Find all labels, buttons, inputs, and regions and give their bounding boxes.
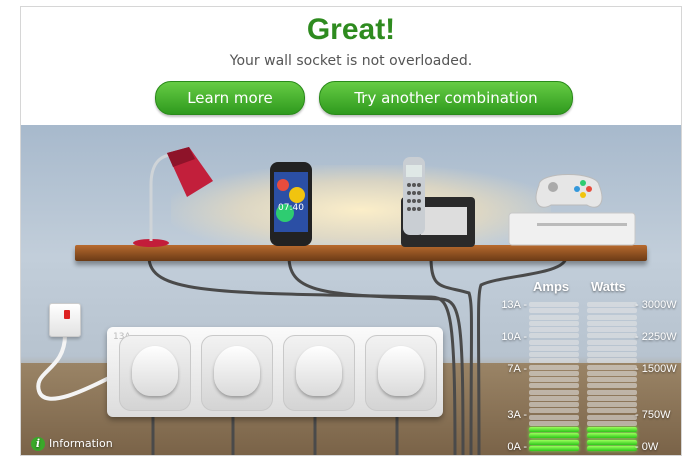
amps-tick-label: 3A - bbox=[507, 409, 527, 421]
watts-segment bbox=[587, 370, 637, 376]
information-link[interactable]: i Information bbox=[31, 437, 113, 451]
lamp-icon[interactable] bbox=[129, 145, 219, 249]
watts-tick-label: - 2250W bbox=[635, 331, 677, 343]
amps-segment bbox=[529, 408, 579, 414]
watts-tick-label: - 750W bbox=[635, 409, 671, 421]
amps-segment bbox=[529, 389, 579, 395]
watts-segment bbox=[587, 333, 637, 339]
information-label: Information bbox=[49, 437, 113, 450]
wall-socket bbox=[49, 303, 81, 337]
amps-segment bbox=[529, 352, 579, 357]
plug-4[interactable] bbox=[378, 346, 424, 396]
strip-socket-1[interactable] bbox=[119, 335, 191, 411]
watts-tick-label: - 0W bbox=[635, 441, 659, 453]
amps-tick-label: 0A - bbox=[507, 441, 527, 453]
amps-meter bbox=[529, 301, 579, 451]
watts-segment bbox=[587, 414, 637, 420]
watts-segment bbox=[587, 358, 637, 364]
amps-segment bbox=[529, 414, 579, 420]
watts-segment bbox=[587, 314, 637, 320]
try-another-combination-button[interactable]: Try another combination bbox=[319, 81, 573, 115]
watts-segment bbox=[587, 320, 637, 326]
amps-segment bbox=[529, 339, 579, 345]
strip-socket-4[interactable] bbox=[365, 335, 437, 411]
amps-segment bbox=[529, 345, 579, 351]
wall-socket-switch bbox=[64, 310, 70, 319]
amps-tick-label: 10A - bbox=[501, 331, 527, 343]
plug-2[interactable] bbox=[214, 346, 260, 396]
watts-segment bbox=[587, 433, 637, 439]
amps-segment bbox=[529, 308, 579, 314]
amps-header: Amps bbox=[533, 279, 570, 294]
result-title: Great! bbox=[306, 13, 396, 46]
learn-more-button[interactable]: Learn more bbox=[155, 81, 305, 115]
wall-cable bbox=[36, 334, 112, 401]
watts-segment bbox=[587, 377, 637, 382]
watts-segment bbox=[587, 339, 637, 345]
power-strip: 13A bbox=[107, 327, 443, 417]
watts-segment bbox=[587, 402, 637, 407]
plug-1[interactable] bbox=[132, 346, 178, 396]
amps-segment bbox=[529, 395, 579, 401]
plug-3[interactable] bbox=[296, 346, 342, 396]
watts-meter bbox=[587, 301, 637, 451]
watts-segment bbox=[587, 439, 637, 445]
cordless-phone-icon[interactable] bbox=[393, 155, 477, 249]
amps-segment bbox=[529, 327, 579, 332]
watts-segment bbox=[587, 445, 637, 451]
amps-segment bbox=[529, 333, 579, 339]
strip-socket-3[interactable] bbox=[283, 335, 355, 411]
amps-segment bbox=[529, 402, 579, 407]
watts-tick-label: - 3000W bbox=[635, 299, 677, 311]
amps-segment bbox=[529, 370, 579, 376]
amps-segment bbox=[529, 383, 579, 389]
watts-segment bbox=[587, 427, 637, 432]
amps-segment bbox=[529, 320, 579, 326]
amps-segment bbox=[529, 358, 579, 364]
amps-tick-label: 13A - bbox=[501, 299, 527, 311]
watts-segment bbox=[587, 352, 637, 357]
watts-segment bbox=[587, 389, 637, 395]
meter-headers: Amps Watts bbox=[21, 279, 681, 299]
scene: 07:40 13A Amps Watts i Information 13A -… bbox=[21, 125, 681, 455]
amps-segment bbox=[529, 433, 579, 439]
watts-segment bbox=[587, 408, 637, 414]
watts-segment bbox=[587, 327, 637, 332]
app-frame: Great! Your wall socket is not overloade… bbox=[20, 6, 682, 456]
result-header: Great! Your wall socket is not overloade… bbox=[21, 7, 681, 125]
amps-tick-label: 7A - bbox=[507, 363, 527, 375]
watts-tick-label: - 1500W bbox=[635, 363, 677, 375]
amps-segment bbox=[529, 377, 579, 382]
result-subtitle: Your wall socket is not overloaded. bbox=[229, 53, 473, 69]
watts-segment bbox=[587, 395, 637, 401]
amps-segment bbox=[529, 420, 579, 426]
amps-segment bbox=[529, 302, 579, 307]
phone-screen-time: 07:40 bbox=[278, 203, 304, 213]
watts-segment bbox=[587, 383, 637, 389]
strip-socket-2[interactable] bbox=[201, 335, 273, 411]
watts-segment bbox=[587, 345, 637, 351]
watts-segment bbox=[587, 308, 637, 314]
watts-header: Watts bbox=[591, 279, 626, 294]
info-icon: i bbox=[31, 437, 45, 451]
watts-segment bbox=[587, 364, 637, 370]
amps-segment bbox=[529, 445, 579, 451]
amps-segment bbox=[529, 364, 579, 370]
amps-segment bbox=[529, 314, 579, 320]
watts-segment bbox=[587, 420, 637, 426]
amps-segment bbox=[529, 439, 579, 445]
smartphone-icon[interactable]: 07:40 bbox=[269, 161, 313, 247]
amps-segment bbox=[529, 427, 579, 432]
watts-segment bbox=[587, 302, 637, 307]
games-console-icon[interactable] bbox=[507, 165, 637, 247]
